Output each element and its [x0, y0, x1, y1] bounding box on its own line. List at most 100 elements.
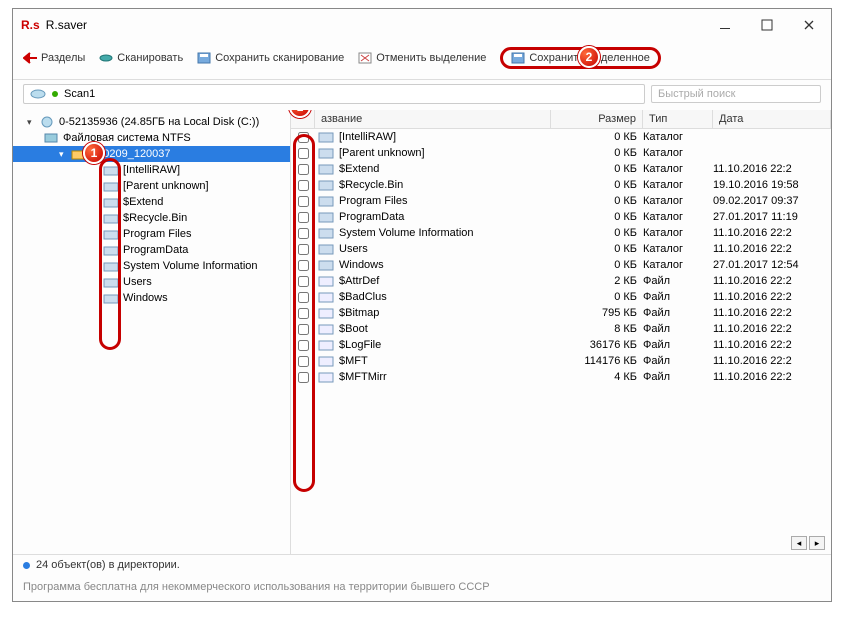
tree-item[interactable]: [Parent unknown] [13, 178, 290, 194]
table-row[interactable]: $Bitmap795 КБФайл11.10.2016 22:2 [291, 305, 831, 321]
col-date[interactable]: Дата [713, 110, 831, 128]
row-size: 0 КБ [551, 227, 643, 239]
tree-item[interactable]: [IntelliRAW] [13, 162, 290, 178]
row-checkbox[interactable] [291, 132, 315, 143]
folder-icon [315, 195, 337, 207]
app-window: R.s R.saver 2 Разделы Сканировать Сохран… [12, 8, 832, 602]
table-row[interactable]: $MFT114176 КБФайл11.10.2016 22:2 [291, 353, 831, 369]
table-row[interactable]: $BadClus0 КБФайл11.10.2016 22:2 [291, 289, 831, 305]
tree-item[interactable]: $Extend [13, 194, 290, 210]
tree-item-label: [IntelliRAW] [123, 164, 180, 176]
save-scan-button[interactable]: Сохранить сканирование [197, 52, 344, 64]
deselect-button[interactable]: Отменить выделение [358, 52, 486, 64]
tree-item[interactable]: Windows [13, 290, 290, 306]
table-row[interactable]: System Volume Information0 КБКаталог11.1… [291, 225, 831, 241]
table-row[interactable]: $LogFile36176 КБФайл11.10.2016 22:2 [291, 337, 831, 353]
table-row[interactable]: ProgramData0 КБКаталог27.01.2017 11:19 [291, 209, 831, 225]
fs-icon [43, 132, 59, 144]
row-size: 0 КБ [551, 291, 643, 303]
deselect-label: Отменить выделение [376, 52, 486, 64]
table-row[interactable]: [IntelliRAW]0 КБКаталог [291, 129, 831, 145]
maximize-button[interactable] [753, 15, 781, 35]
row-name: [Parent unknown] [337, 147, 551, 159]
tree-root[interactable]: ▾ 0-52135936 (24.85ГБ на Local Disk (C:)… [13, 114, 290, 130]
row-checkbox[interactable] [291, 244, 315, 255]
row-date: 11.10.2016 22:2 [713, 323, 831, 335]
row-size: 0 КБ [551, 179, 643, 191]
tree-fs[interactable]: Файловая система NTFS [13, 130, 290, 146]
folder-icon [103, 292, 119, 304]
app-title: R.saver [46, 18, 711, 32]
col-type[interactable]: Тип [643, 110, 713, 128]
table-row[interactable]: Users0 КБКаталог11.10.2016 22:2 [291, 241, 831, 257]
scan-button[interactable]: Сканировать [99, 52, 183, 64]
tree-item[interactable]: System Volume Information [13, 258, 290, 274]
row-type: Файл [643, 339, 713, 351]
app-logo: R.s [21, 18, 40, 32]
table-row[interactable]: $MFTMirr4 КБФайл11.10.2016 22:2 [291, 369, 831, 385]
row-size: 2 КБ [551, 275, 643, 287]
status-text: 24 объект(ов) в директории. [36, 559, 180, 571]
row-checkbox[interactable] [291, 148, 315, 159]
row-size: 0 КБ [551, 131, 643, 143]
table-row[interactable]: Windows0 КБКаталог27.01.2017 12:54 [291, 257, 831, 273]
tree-item[interactable]: Users [13, 274, 290, 290]
file-icon [315, 291, 337, 303]
row-checkbox[interactable] [291, 324, 315, 335]
row-size: 795 КБ [551, 307, 643, 319]
col-name[interactable]: азвание [315, 110, 551, 128]
footer-text: Программа бесплатна для некоммерческого … [13, 575, 831, 601]
folder-icon [315, 227, 337, 239]
row-type: Файл [643, 371, 713, 383]
table-row[interactable]: [Parent unknown]0 КБКаталог [291, 145, 831, 161]
row-type: Каталог [643, 179, 713, 191]
row-checkbox[interactable] [291, 340, 315, 351]
row-size: 8 КБ [551, 323, 643, 335]
disk-icon [39, 116, 55, 128]
row-date: 11.10.2016 22:2 [713, 243, 831, 255]
table-row[interactable]: $AttrDef2 КБФайл11.10.2016 22:2 [291, 273, 831, 289]
row-checkbox[interactable] [291, 372, 315, 383]
col-size[interactable]: Размер [551, 110, 643, 128]
back-button[interactable]: Разделы [23, 52, 85, 64]
row-name: $BadClus [337, 291, 551, 303]
table-row[interactable]: Program Files0 КБКаталог09.02.2017 09:37 [291, 193, 831, 209]
row-checkbox[interactable] [291, 356, 315, 367]
row-checkbox[interactable] [291, 164, 315, 175]
table-row[interactable]: $Extend0 КБКаталог11.10.2016 22:2 [291, 161, 831, 177]
minimize-button[interactable] [711, 15, 739, 35]
table-row[interactable]: $Recycle.Bin0 КБКаталог19.10.2016 19:58 [291, 177, 831, 193]
table-row[interactable]: $Boot8 КБФайл11.10.2016 22:2 [291, 321, 831, 337]
row-type: Каталог [643, 259, 713, 271]
tree-item[interactable]: $Recycle.Bin [13, 210, 290, 226]
search-input[interactable]: Быстрый поиск [651, 85, 821, 103]
scroll-right-button[interactable]: ▸ [809, 536, 825, 550]
row-checkbox[interactable] [291, 292, 315, 303]
tree-scan-folder[interactable]: ▾ 170209_120037 [13, 146, 290, 162]
row-checkbox[interactable] [291, 180, 315, 191]
tree-item[interactable]: ProgramData [13, 242, 290, 258]
row-checkbox[interactable] [291, 196, 315, 207]
row-name: $MFTMirr [337, 371, 551, 383]
row-name: $Bitmap [337, 307, 551, 319]
row-checkbox[interactable] [291, 260, 315, 271]
file-icon [315, 371, 337, 383]
folder-icon [315, 163, 337, 175]
row-checkbox[interactable] [291, 212, 315, 223]
status-indicator-icon [23, 562, 30, 569]
row-date: 11.10.2016 22:2 [713, 275, 831, 287]
row-checkbox[interactable] [291, 276, 315, 287]
save-icon [197, 52, 211, 64]
path-input[interactable]: Scan1 [23, 84, 645, 104]
close-button[interactable] [795, 15, 823, 35]
row-name: $Recycle.Bin [337, 179, 551, 191]
tree-item-label: [Parent unknown] [123, 180, 209, 192]
scroll-left-button[interactable]: ◂ [791, 536, 807, 550]
tree-item[interactable]: Program Files [13, 226, 290, 242]
row-checkbox[interactable] [291, 228, 315, 239]
expander-icon[interactable]: ▾ [27, 117, 35, 128]
row-checkbox[interactable] [291, 308, 315, 319]
expander-icon[interactable]: ▾ [59, 149, 67, 160]
row-size: 114176 КБ [551, 355, 643, 367]
folder-icon [103, 228, 119, 240]
